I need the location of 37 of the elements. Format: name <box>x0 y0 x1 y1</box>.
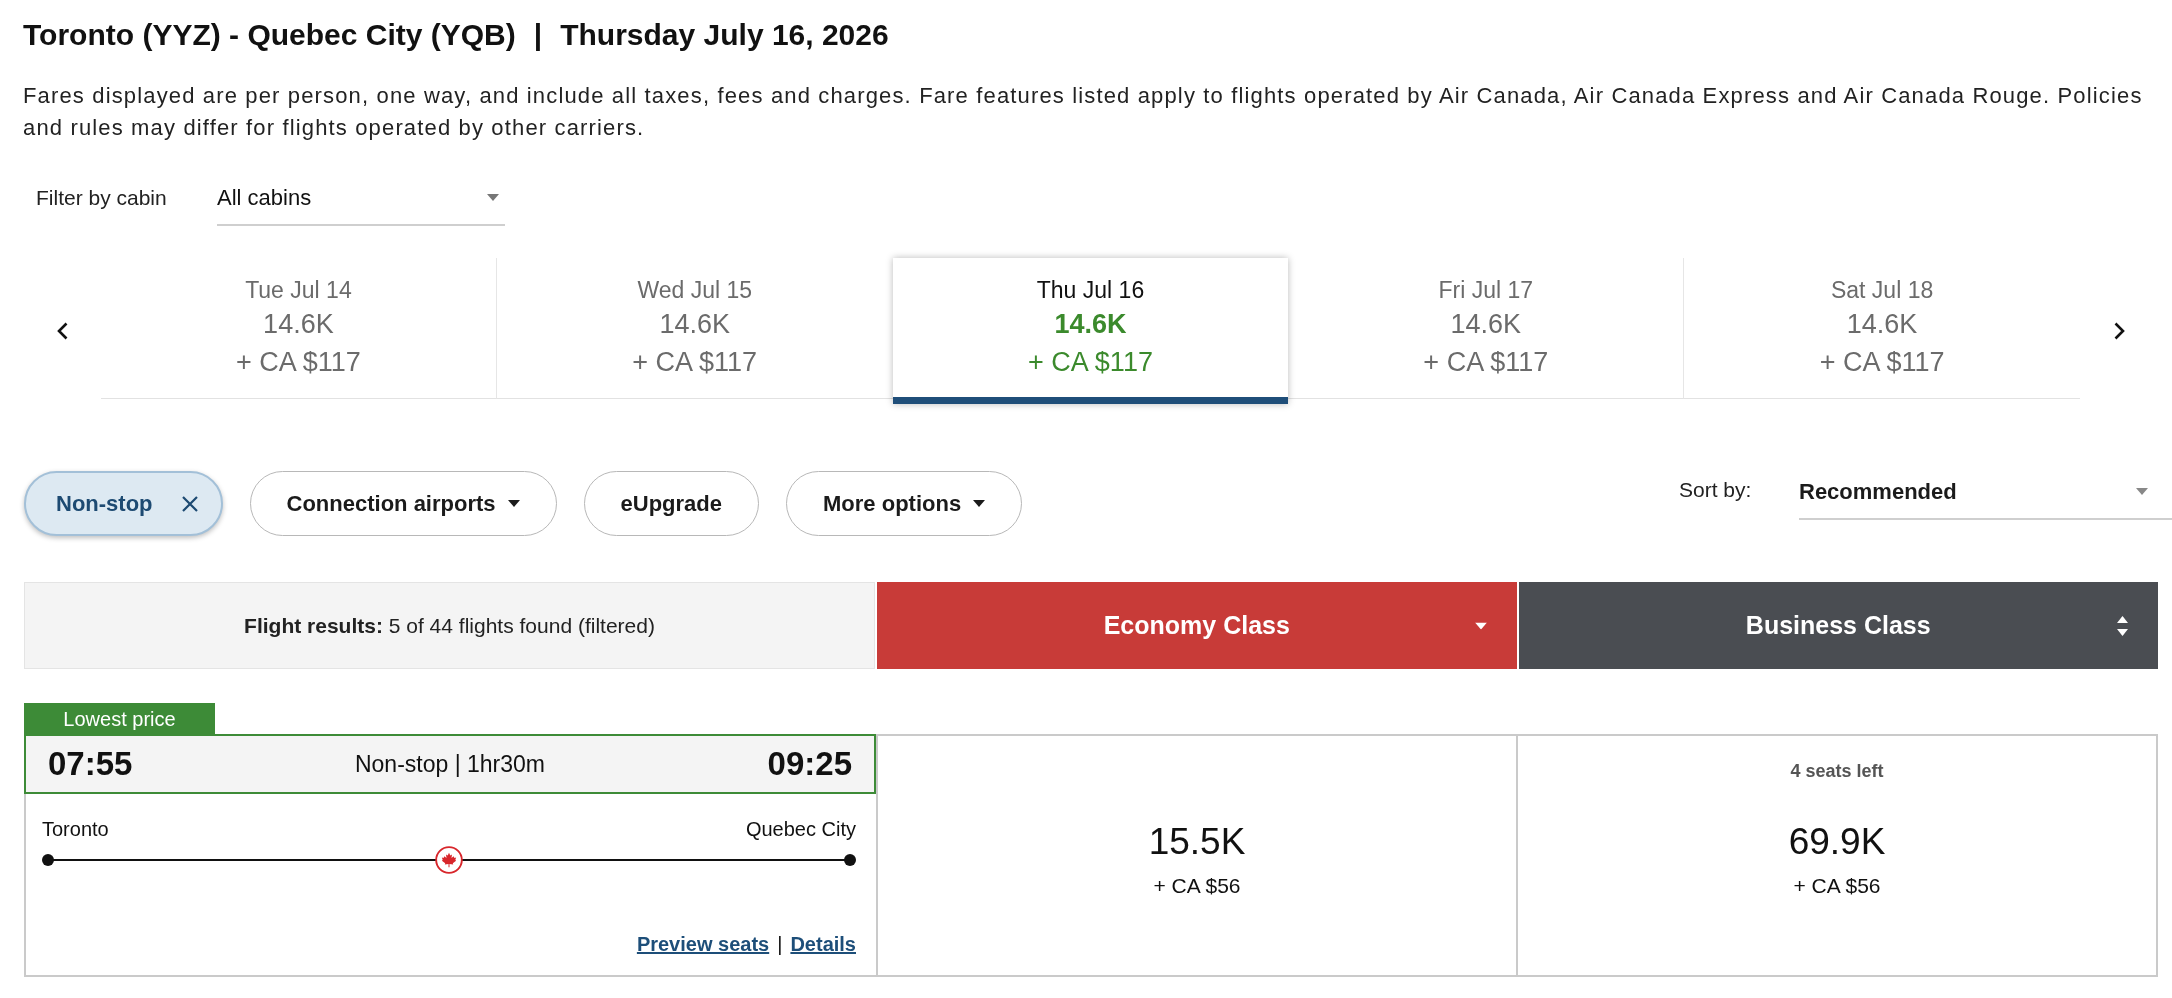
origin-city: Toronto <box>42 817 109 842</box>
close-icon <box>180 494 199 513</box>
chevron-left-icon <box>56 322 68 340</box>
date-tab[interactable]: Tue Jul 14 14.6K + CA $117 <box>101 258 497 399</box>
date-tab[interactable]: Thu Jul 16 14.6K + CA $117 <box>892 258 1289 404</box>
filter-label: Filter by cabin <box>36 185 168 211</box>
cabin-select[interactable]: All cabins <box>217 170 505 226</box>
filter-chip[interactable]: Non-stop <box>24 471 223 536</box>
preview-seats-link[interactable]: Preview seats <box>636 931 770 957</box>
caret-icon <box>2136 488 2148 495</box>
departure-time: 07:55 <box>48 744 133 785</box>
filter-chip[interactable]: More options <box>786 471 1023 536</box>
fare-notice: Fares displayed are per person, one way, and include all taxes, fees and charges. Fare features listed apply to flights operated by Air Canada, Air Canada Express and Air Canada Rouge. Policies and rules may differ for flights operated by other carriers. <box>23 82 2144 142</box>
caret-icon <box>487 193 499 201</box>
caret-icon <box>507 500 520 507</box>
cabin-header[interactable]: Economy Class <box>877 582 1517 669</box>
details-link[interactable]: Details <box>790 931 856 957</box>
route-title: Toronto (YYZ) - Quebec City (YQB) <box>23 17 516 53</box>
date-title: Thursday July 16, 2026 <box>560 17 889 53</box>
filter-chip[interactable]: eUpgrade <box>583 471 760 536</box>
date-tab[interactable]: Wed Jul 15 14.6K + CA $117 <box>496 258 893 399</box>
results-summary: Flight results: 5 of 44 flights found (filtered) <box>244 612 655 639</box>
caret-icon <box>973 500 986 507</box>
date-tab[interactable]: Sat Jul 18 14.6K + CA $117 <box>1684 258 2080 399</box>
link-separator: | <box>777 932 783 957</box>
title-separator: | <box>533 17 543 53</box>
sort-select[interactable]: Recommended <box>1799 471 2172 520</box>
cabin-header[interactable]: Business Class <box>1518 582 2158 669</box>
arrival-time: 09:25 <box>767 744 852 785</box>
chevron-right-icon <box>2113 322 2125 340</box>
filter-chip[interactable]: Connection airports <box>249 471 557 536</box>
maple-leaf-icon <box>435 846 463 874</box>
lowest-price-badge: Lowest price <box>24 703 215 734</box>
destination-city: Quebec City <box>745 817 856 842</box>
sort-label: Sort by: <box>1679 477 1753 503</box>
flight-summary: Non-stop | 1hr30m <box>354 749 546 779</box>
date-tab[interactable]: Fri Jul 17 14.6K + CA $117 <box>1288 258 1685 399</box>
